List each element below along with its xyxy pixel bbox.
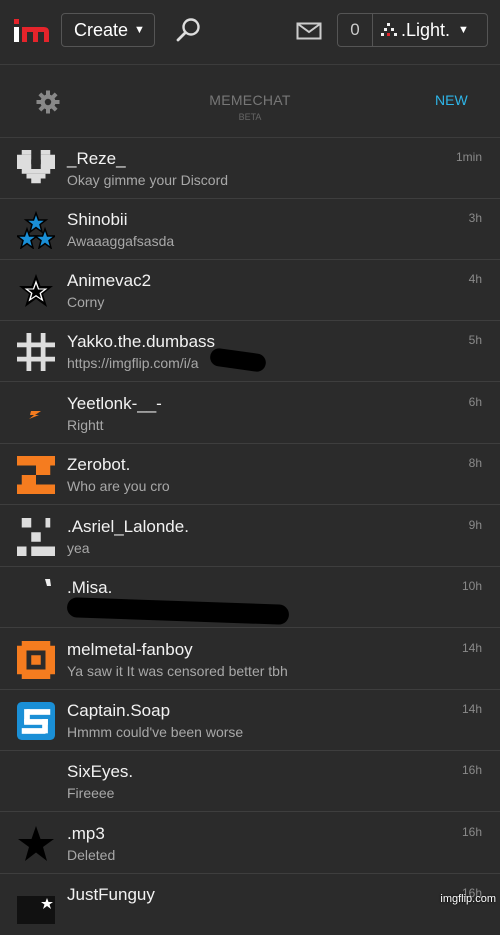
conversation-time: 14h xyxy=(461,641,482,655)
conversation-item[interactable]: Captain.Soap Hmmm could've been worse 14… xyxy=(0,690,500,751)
conversation-name: melmetal-fanboy xyxy=(67,640,193,659)
pixel-s-icon xyxy=(17,702,55,740)
create-button[interactable]: Create ▼ xyxy=(61,13,155,47)
conversation-name: JustFunguy xyxy=(67,885,155,904)
new-chat-button[interactable]: NEW xyxy=(435,92,468,108)
conversation-item[interactable]: Animevac2 Corny 4h xyxy=(0,260,500,321)
conversation-item[interactable]: .mp3 Deleted 16h xyxy=(0,813,500,874)
pixel-heart-icon xyxy=(17,150,55,184)
conversation-preview: Rightt xyxy=(67,417,104,433)
conversation-time: 3h xyxy=(468,211,482,225)
three-stars-icon xyxy=(17,211,55,249)
conversation-name: Zerobot. xyxy=(67,455,131,474)
beta-label: BETA xyxy=(238,112,262,122)
search-icon[interactable] xyxy=(176,17,202,43)
conversation-preview: Deleted xyxy=(67,847,116,863)
conversation-preview: Corny xyxy=(67,294,105,310)
conversation-item[interactable]: Yakko.the.dumbass https://imgflip.com/i/… xyxy=(0,321,500,382)
conversation-name: Shinobii xyxy=(67,210,128,229)
notification-count[interactable]: 0 xyxy=(337,13,373,47)
conversation-item[interactable]: melmetal-fanboy Ya saw it It was censore… xyxy=(0,629,500,690)
pixel-z-icon xyxy=(17,456,55,494)
conversation-preview: yea xyxy=(67,540,90,556)
conversation-preview: Who are you cro xyxy=(67,478,170,494)
conversation-name: _Reze_ xyxy=(67,149,126,168)
conversation-time: 5h xyxy=(468,333,482,347)
conversation-preview: Awaaaggafsasda xyxy=(67,233,175,249)
conversation-item[interactable]: .Asriel_Lalonde. yea 9h xyxy=(0,506,500,567)
mail-icon[interactable] xyxy=(296,22,322,40)
conversation-item[interactable]: Zerobot. Who are you cro 8h xyxy=(0,444,500,505)
conversation-item[interactable]: JustFunguy 16h xyxy=(0,874,500,935)
small-mark-icon xyxy=(45,579,51,586)
conversation-name: Captain.Soap xyxy=(67,701,171,720)
conversation-time: 4h xyxy=(468,272,482,286)
conversation-time: 10h xyxy=(461,579,482,593)
pixel-face-icon xyxy=(17,518,55,556)
conversation-name: Animevac2 xyxy=(67,271,152,290)
conversation-time: 14h xyxy=(461,702,482,716)
conversation-time: 8h xyxy=(468,456,482,470)
conversation-preview: Hmmm could've been worse xyxy=(67,724,244,740)
conversation-item[interactable]: SixEyes. Fireeee 16h xyxy=(0,751,500,812)
top-navbar: Create ▼ 0 .Light. ▼ xyxy=(0,0,500,65)
conversation-item[interactable]: Yeetlonk-__- Rightt 6h xyxy=(0,383,500,444)
user-menu-button[interactable]: .Light. ▼ xyxy=(372,13,488,47)
conversation-preview: https://imgflip.com/i/a xyxy=(67,355,199,371)
user-avatar-icon xyxy=(381,23,397,36)
lightning-icon xyxy=(29,411,41,419)
conversation-time: 1min xyxy=(455,150,482,164)
conversation-name: .Asriel_Lalonde. xyxy=(67,517,189,536)
conversation-item[interactable]: _Reze_ Okay gimme your Discord 1min xyxy=(0,138,500,199)
redaction-scribble xyxy=(66,597,290,625)
conversation-time: 16h xyxy=(461,825,482,839)
conversation-preview: Fireeee xyxy=(67,785,115,801)
conversation-item[interactable]: .Misa. 10h xyxy=(0,567,500,628)
conversation-name: Yeetlonk-__- xyxy=(67,394,162,413)
chevron-down-icon: ▼ xyxy=(458,24,469,36)
pixel-nut-icon xyxy=(17,641,55,679)
conversation-preview: Ya saw it It was censored better tbh xyxy=(67,663,288,679)
create-label: Create xyxy=(74,19,129,40)
memechat-title: MEMECHAT xyxy=(209,92,291,108)
conversation-name: SixEyes. xyxy=(67,762,134,781)
conversation-name: .mp3 xyxy=(67,824,105,843)
conversation-time: 9h xyxy=(468,518,482,532)
conversation-time: 6h xyxy=(468,395,482,409)
chevron-down-icon: ▼ xyxy=(134,24,145,36)
conversation-preview: Okay gimme your Discord xyxy=(67,172,229,188)
imgflip-watermark: imgflip.com xyxy=(440,893,496,905)
black-star-icon xyxy=(18,826,54,861)
username-label: .Light. xyxy=(401,19,451,40)
imgflip-logo-icon[interactable] xyxy=(12,16,52,46)
conversation-item[interactable]: Shinobii Awaaaggafsasda 3h xyxy=(0,199,500,260)
blank-avatar-icon xyxy=(17,763,55,801)
star-outline-icon xyxy=(19,274,53,307)
redaction-scribble xyxy=(209,347,267,373)
pixel-grid-icon xyxy=(17,333,55,371)
dark-star-icon xyxy=(17,896,55,924)
conversation-name: .Misa. xyxy=(67,578,113,597)
conversation-name: Yakko.the.dumbass xyxy=(67,332,216,351)
conversation-time: 16h xyxy=(461,763,482,777)
